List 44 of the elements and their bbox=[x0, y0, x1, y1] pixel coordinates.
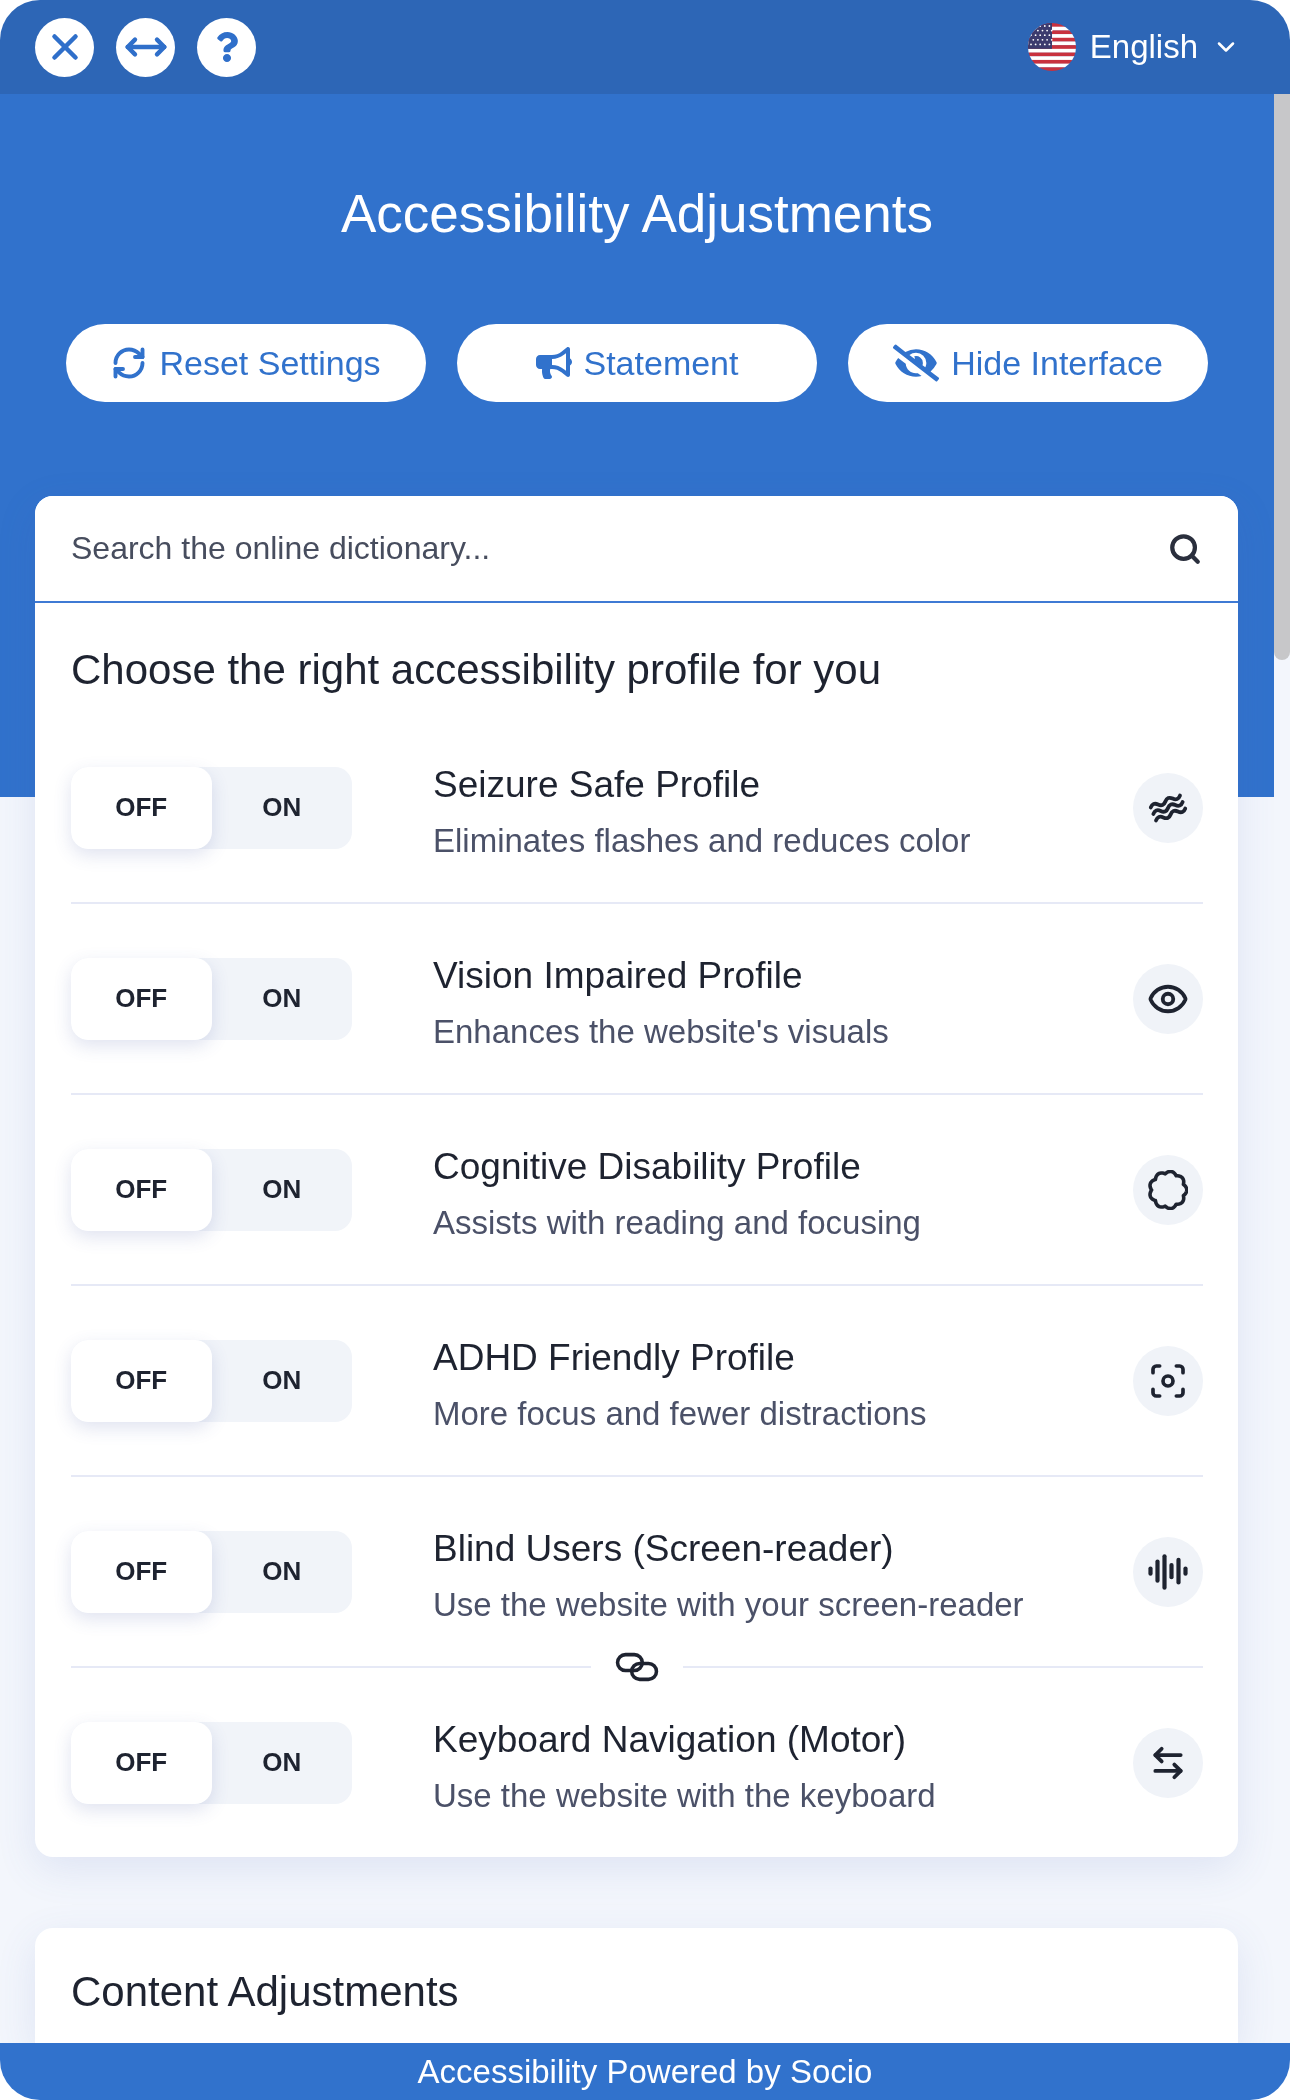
off-option[interactable]: OFF bbox=[71, 1148, 212, 1231]
profile-description: Assists with reading and focusing bbox=[433, 1202, 921, 1243]
profile-description: Use the website with the keyboard bbox=[433, 1775, 936, 1816]
profile-name: Keyboard Navigation (Motor) bbox=[433, 1717, 906, 1762]
profile-description: More focus and fewer distractions bbox=[433, 1393, 927, 1434]
on-off-switch[interactable]: OFF ON bbox=[71, 1530, 352, 1613]
on-off-switch[interactable]: OFF ON bbox=[71, 1148, 352, 1231]
on-option[interactable]: ON bbox=[211, 1148, 352, 1231]
section-heading: Content Adjustments bbox=[71, 1968, 460, 2016]
on-option[interactable]: ON bbox=[211, 1721, 352, 1804]
statement-button[interactable]: Statement bbox=[457, 324, 817, 402]
off-option[interactable]: OFF bbox=[71, 957, 212, 1040]
language-button[interactable]: English bbox=[1027, 23, 1240, 71]
off-option[interactable]: OFF bbox=[71, 1530, 212, 1613]
link-icon[interactable] bbox=[614, 1651, 660, 1683]
off-option[interactable]: OFF bbox=[71, 766, 212, 849]
section-heading: Choose the right accessibility profile for you bbox=[71, 646, 883, 694]
profile-name: Seizure Safe Profile bbox=[433, 762, 760, 807]
hide-interface-button[interactable]: Hide Interface bbox=[848, 324, 1208, 402]
reset-settings-button[interactable]: Reset Settings bbox=[66, 324, 426, 402]
profile-description: Use the website with your screen-reader bbox=[433, 1584, 1024, 1625]
footer-text: Accessibility Powered by Socio bbox=[417, 2052, 873, 2091]
on-off-switch[interactable]: OFF ON bbox=[71, 1339, 352, 1422]
on-option[interactable]: ON bbox=[211, 957, 352, 1040]
on-option[interactable]: ON bbox=[211, 1530, 352, 1613]
on-off-switch[interactable]: OFF ON bbox=[71, 766, 352, 849]
flag-icon bbox=[1027, 23, 1076, 71]
search-icon[interactable] bbox=[1168, 532, 1202, 566]
scrollbar-thumb[interactable] bbox=[1274, 94, 1290, 660]
profile-description: Enhances the website's visuals bbox=[433, 1011, 889, 1052]
off-option[interactable]: OFF bbox=[71, 1339, 212, 1422]
profile-name: Vision Impaired Profile bbox=[433, 953, 803, 998]
profile-description: Eliminates flashes and reduces color bbox=[433, 820, 971, 861]
on-option[interactable]: ON bbox=[211, 766, 352, 849]
megaphone-icon bbox=[535, 345, 572, 381]
on-off-switch[interactable]: OFF ON bbox=[71, 1721, 352, 1804]
off-option[interactable]: OFF bbox=[71, 1721, 212, 1804]
profile-name: Cognitive Disability Profile bbox=[433, 1144, 861, 1189]
panel-title: Accessibility Adjustments bbox=[340, 183, 934, 245]
on-off-switch[interactable]: OFF ON bbox=[71, 957, 352, 1040]
search-field[interactable]: Search the online dictionary... bbox=[35, 496, 1238, 603]
profile-name: ADHD Friendly Profile bbox=[433, 1335, 795, 1380]
profile-name: Blind Users (Screen-reader) bbox=[433, 1526, 894, 1571]
on-option[interactable]: ON bbox=[211, 1339, 352, 1422]
